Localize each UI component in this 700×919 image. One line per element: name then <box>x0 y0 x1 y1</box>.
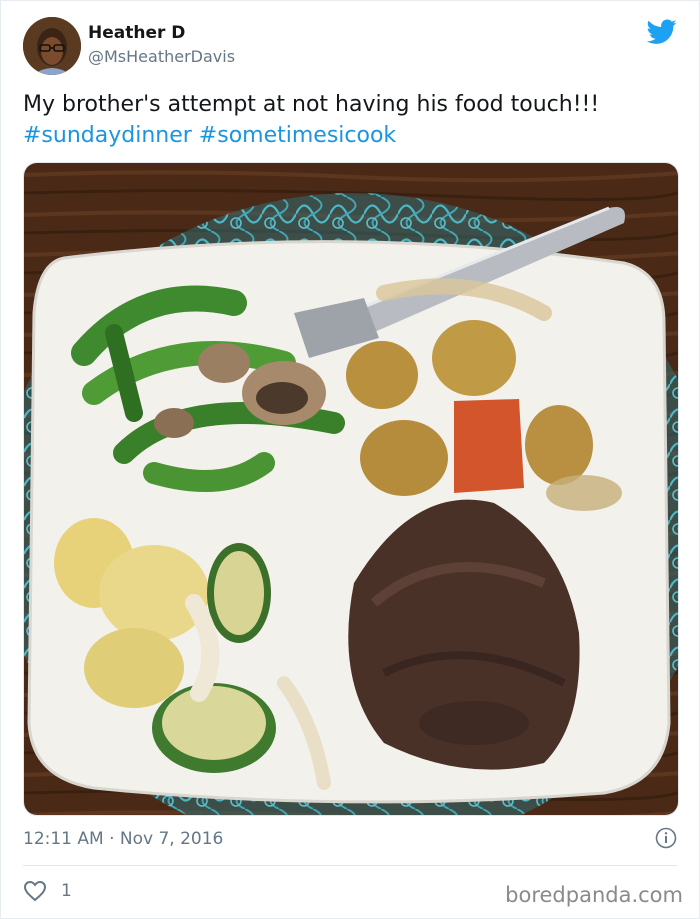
tweet-body: My brother's attempt at not having his f… <box>23 92 600 117</box>
watermark: boredpanda.com <box>505 883 683 907</box>
tweet-photo[interactable] <box>23 162 679 816</box>
divider <box>23 865 677 866</box>
tweet-card: Heather D @MsHeatherDavis My brother's a… <box>0 0 700 919</box>
hashtag-sometimesicook[interactable]: #sometimesicook <box>199 123 396 148</box>
avatar-photo <box>23 17 81 75</box>
info-icon[interactable] <box>655 827 677 849</box>
hashtag-sundaydinner[interactable]: #sundaydinner <box>23 123 192 148</box>
food-plate-photo <box>24 163 678 815</box>
heart-icon[interactable] <box>23 880 47 902</box>
author-handle[interactable]: @MsHeatherDavis <box>88 47 235 66</box>
tweet-text: My brother's attempt at not having his f… <box>23 89 679 151</box>
like-count: 1 <box>61 881 72 901</box>
twitter-bird-icon[interactable] <box>647 19 677 45</box>
author-name[interactable]: Heather D <box>88 23 185 43</box>
avatar[interactable] <box>23 17 81 75</box>
tweet-timestamp[interactable]: 12:11 AM · Nov 7, 2016 <box>23 829 223 849</box>
